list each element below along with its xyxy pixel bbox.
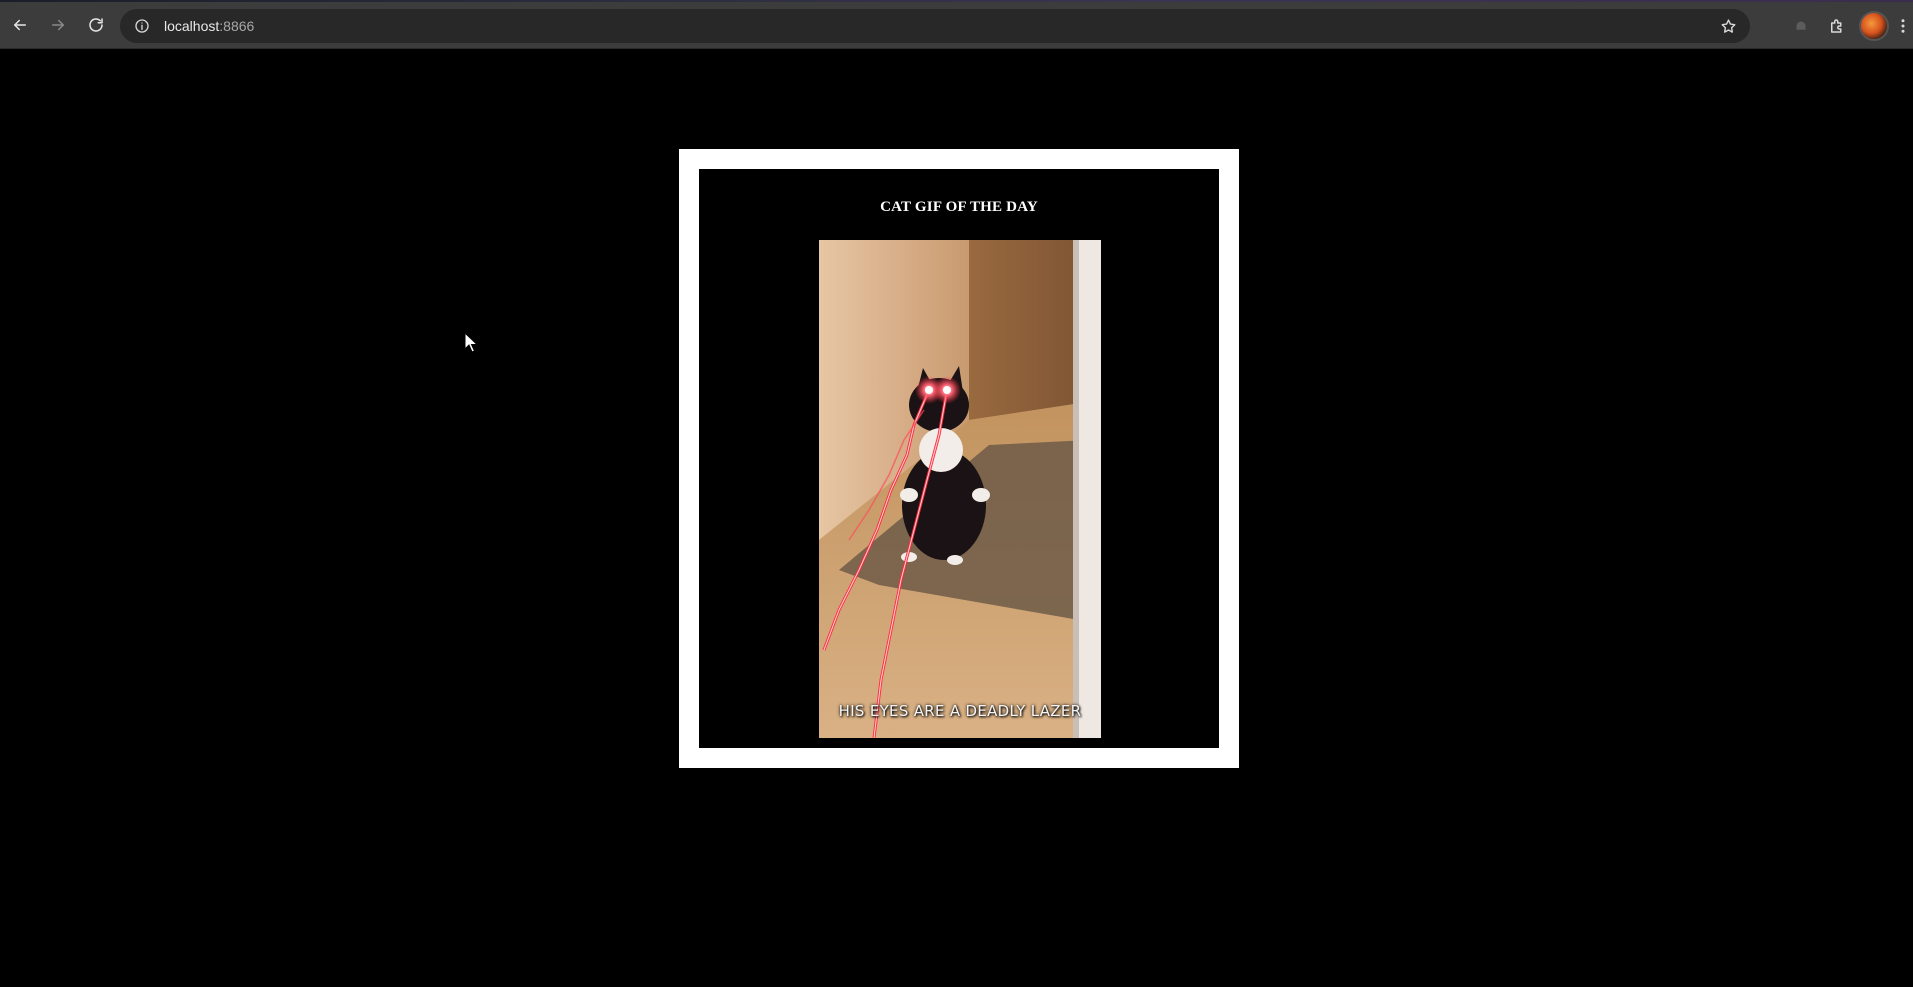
url-text[interactable]: localhost:8866	[164, 18, 254, 34]
reload-button[interactable]	[78, 7, 114, 43]
gif-caption: HIS EYES ARE A DEADLY LAZER	[838, 702, 1082, 720]
profile-avatar[interactable]	[1859, 10, 1889, 41]
extension-puzzle-icon	[1831, 18, 1842, 33]
forward-icon	[52, 19, 64, 31]
back-button[interactable]	[2, 7, 38, 43]
page-title: CAT GIF OF THE DAY	[880, 199, 1038, 215]
reload-icon	[89, 18, 103, 32]
extensions-button[interactable]	[1819, 8, 1855, 44]
gif-card-inner: CAT GIF OF THE DAY HIS EYES ARE A DEADLY…	[699, 169, 1219, 748]
bookmark-star-icon	[1721, 18, 1735, 33]
browser-toolbar: localhost:8866	[0, 2, 1913, 49]
extension-button[interactable]	[1783, 8, 1819, 44]
extension-ghost-icon	[1796, 21, 1806, 30]
url-host: localhost	[164, 18, 220, 34]
address-bar[interactable]: localhost:8866	[120, 9, 1750, 43]
mouse-cursor-icon	[464, 332, 478, 353]
page-viewport: CAT GIF OF THE DAY HIS EYES ARE A DEADLY…	[0, 50, 1913, 987]
back-icon	[14, 19, 26, 31]
cat-gif-image	[819, 240, 1101, 738]
cat-gif: HIS EYES ARE A DEADLY LAZER	[819, 240, 1101, 738]
bookmark-button[interactable]	[1714, 12, 1742, 40]
gif-card: CAT GIF OF THE DAY HIS EYES ARE A DEADLY…	[679, 149, 1239, 768]
site-info-button[interactable]	[128, 12, 156, 40]
menu-button[interactable]	[1893, 8, 1913, 44]
toolbar-actions	[1783, 2, 1913, 49]
forward-button[interactable]	[40, 7, 76, 43]
site-info-icon	[135, 19, 149, 33]
url-port: :8866	[219, 18, 255, 34]
kebab-menu-icon	[1901, 18, 1905, 33]
